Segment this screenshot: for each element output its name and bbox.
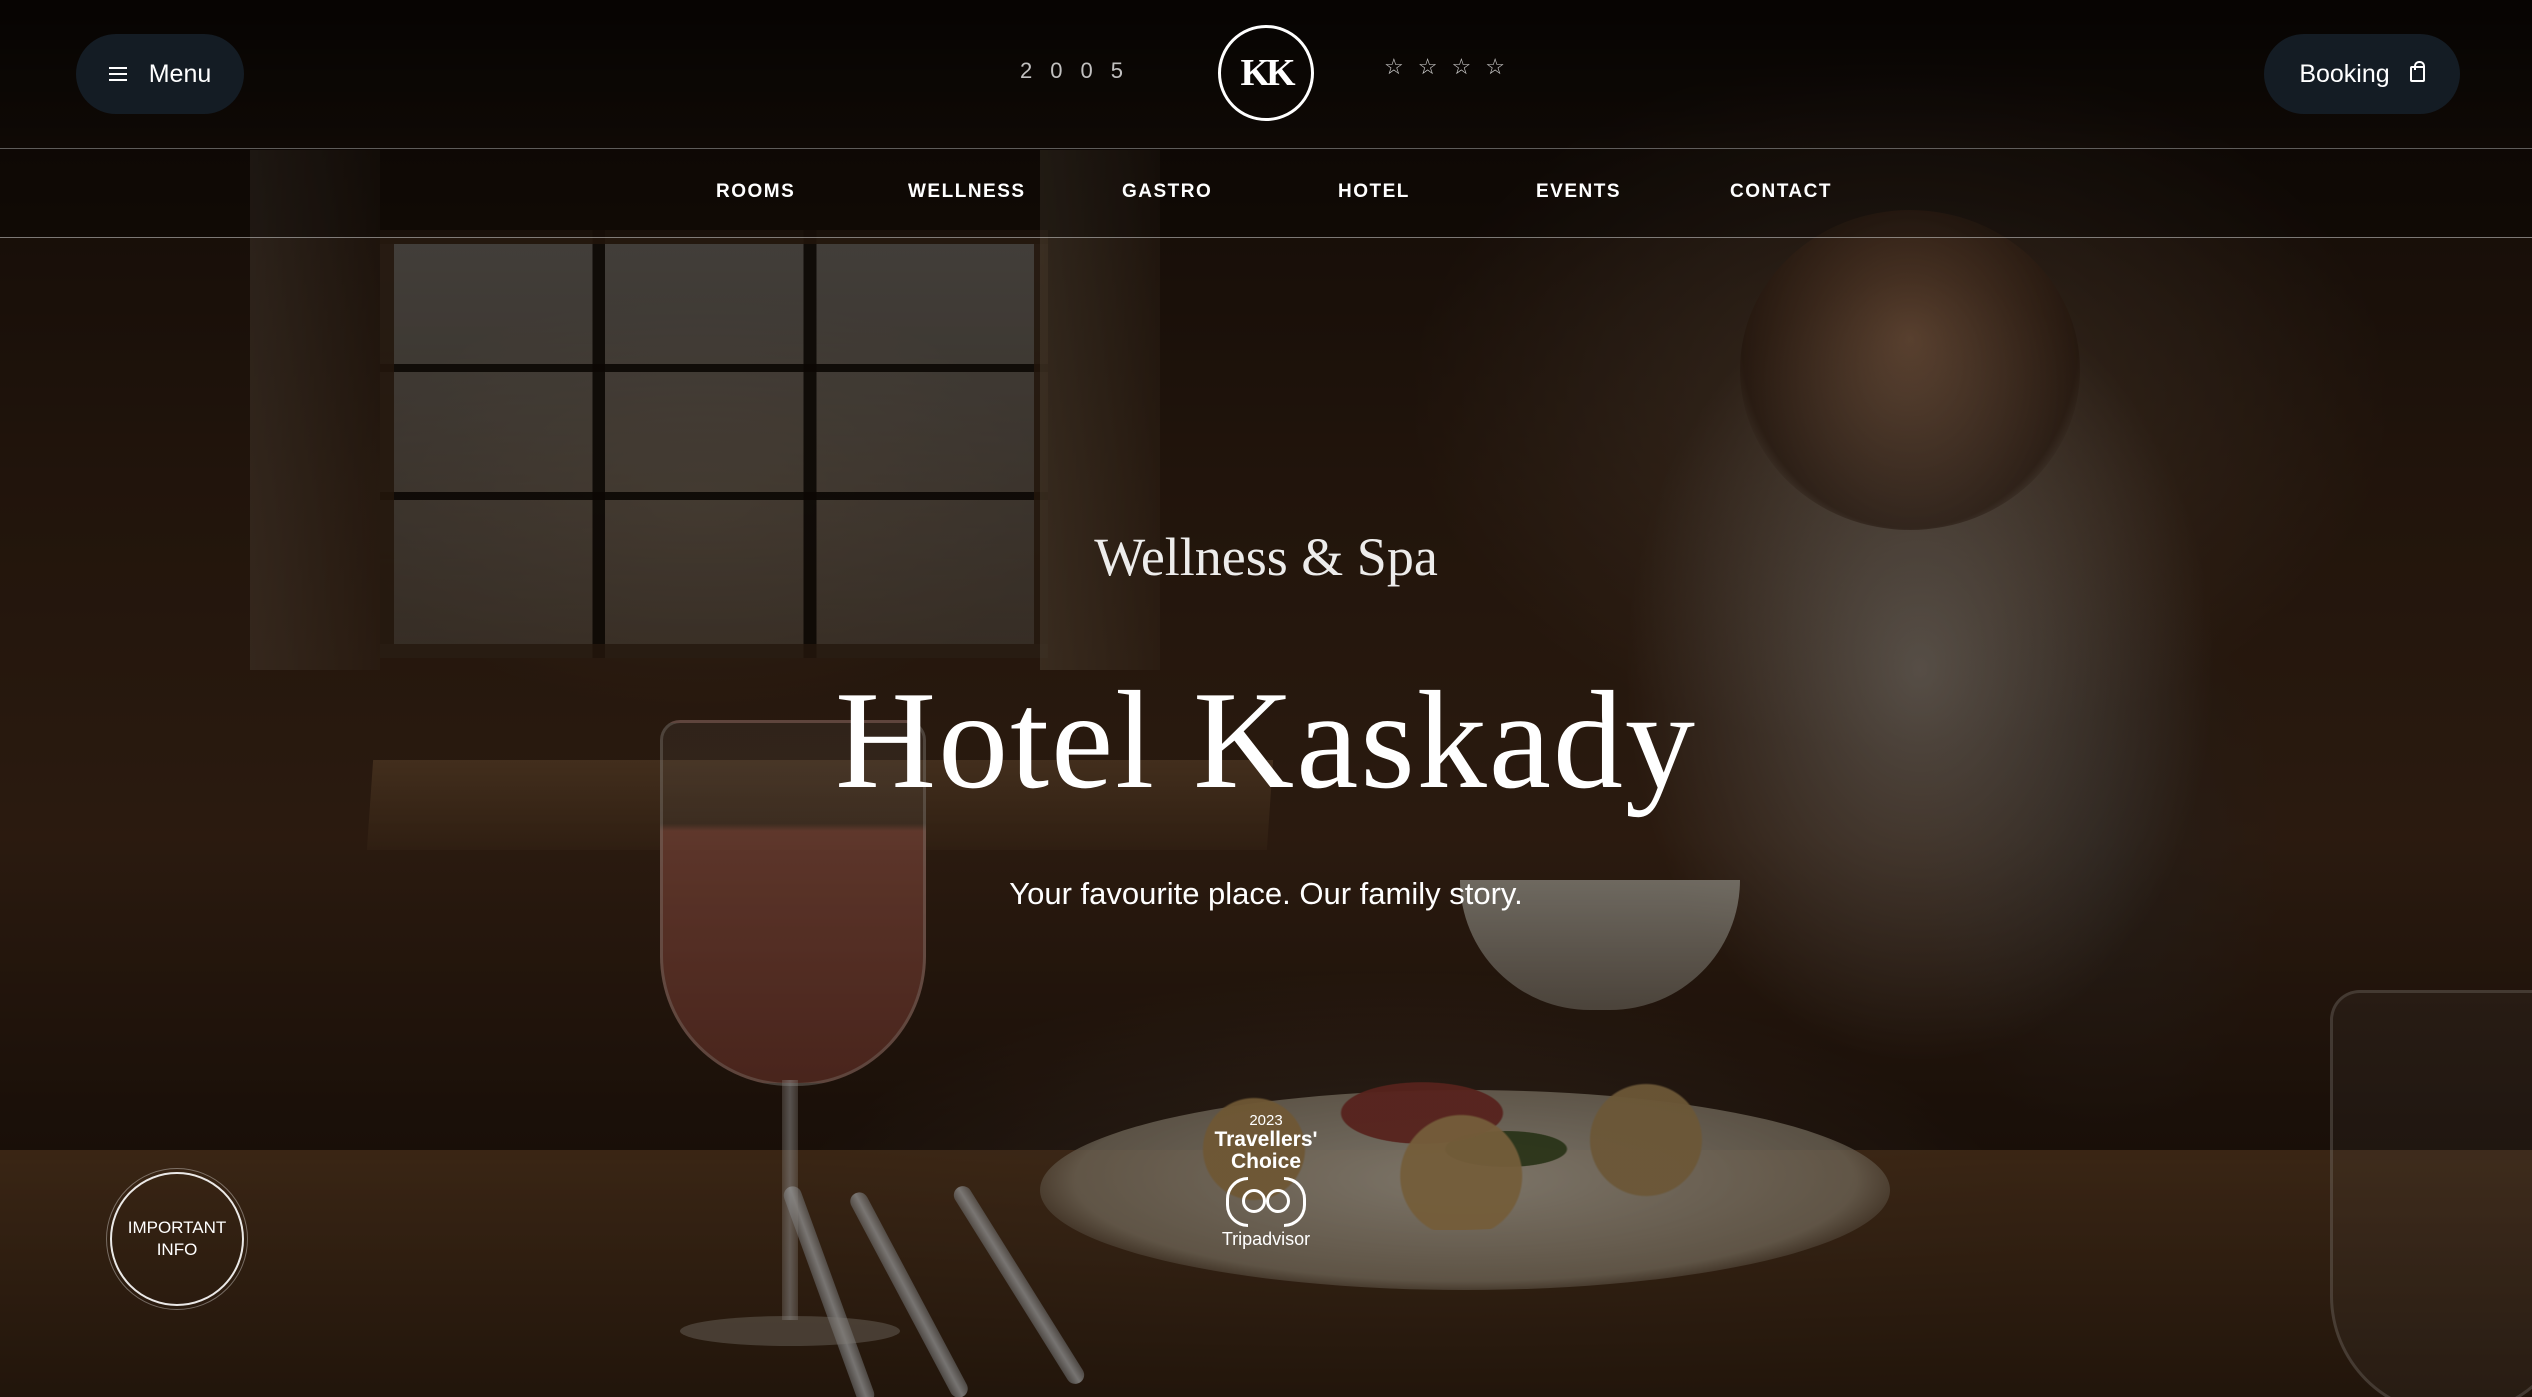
badge-year: 2023 bbox=[1249, 1112, 1283, 1129]
nav-item-events[interactable]: EVENTS bbox=[1536, 181, 1621, 203]
main-navigation: ROOMS WELLNESS GASTRO HOTEL EVENTS CONTA… bbox=[0, 149, 2532, 238]
nav-item-gastro[interactable]: GASTRO bbox=[1122, 181, 1212, 203]
star-icon: ☆ bbox=[1384, 54, 1404, 79]
star-icon: ☆ bbox=[1485, 54, 1505, 79]
tripadvisor-owl-icon bbox=[1226, 1177, 1306, 1227]
star-icon: ☆ bbox=[1417, 54, 1438, 79]
star-icon: ☆ bbox=[1451, 54, 1472, 79]
shopping-bag-icon bbox=[2409, 61, 2425, 82]
logo-monogram: KK bbox=[1240, 52, 1295, 94]
important-info-button[interactable]: IMPORTANT INFO bbox=[106, 1168, 248, 1310]
hero-section: Menu 2005 KK ☆ ☆ ☆ ☆ Booking ROOMS WELLN… bbox=[0, 0, 2532, 1397]
hero-title: Hotel Kaskady bbox=[835, 663, 1697, 818]
owl-eye-left-icon bbox=[1242, 1189, 1266, 1213]
menu-button-label: Menu bbox=[148, 59, 212, 88]
hamburger-menu-icon bbox=[108, 67, 127, 81]
hero-tagline: Your favourite place. Our family story. bbox=[1009, 876, 1523, 911]
important-info-line1: IMPORTANT bbox=[127, 1218, 227, 1237]
important-info-line2: INFO bbox=[156, 1240, 198, 1259]
laurel-right-icon bbox=[1284, 1177, 1306, 1227]
tripadvisor-travellers-choice-badge[interactable]: 2023 Travellers' Choice Tripadvisor bbox=[1176, 1112, 1356, 1272]
nav-item-rooms[interactable]: ROOMS bbox=[716, 181, 795, 203]
nav-item-contact[interactable]: CONTACT bbox=[1730, 181, 1832, 203]
header-bar: Menu 2005 KK ☆ ☆ ☆ ☆ Booking bbox=[0, 0, 2532, 149]
founding-year: 2005 bbox=[1020, 58, 1141, 83]
badge-title-line2: Choice bbox=[1230, 1150, 1301, 1173]
hero-subtitle: Wellness & Spa bbox=[1094, 527, 1438, 587]
booking-button-label: Booking bbox=[2299, 59, 2390, 88]
hotel-logo[interactable]: KK bbox=[1218, 25, 1314, 121]
badge-brand: Tripadvisor bbox=[1221, 1229, 1311, 1249]
booking-button[interactable]: Booking bbox=[2264, 34, 2460, 114]
nav-item-hotel[interactable]: HOTEL bbox=[1338, 181, 1410, 203]
badge-title-line1: Travellers' bbox=[1214, 1128, 1318, 1151]
hotel-star-rating: ☆ ☆ ☆ ☆ bbox=[1384, 56, 1505, 78]
nav-item-wellness[interactable]: WELLNESS bbox=[908, 181, 1026, 203]
menu-button[interactable]: Menu bbox=[76, 34, 244, 114]
